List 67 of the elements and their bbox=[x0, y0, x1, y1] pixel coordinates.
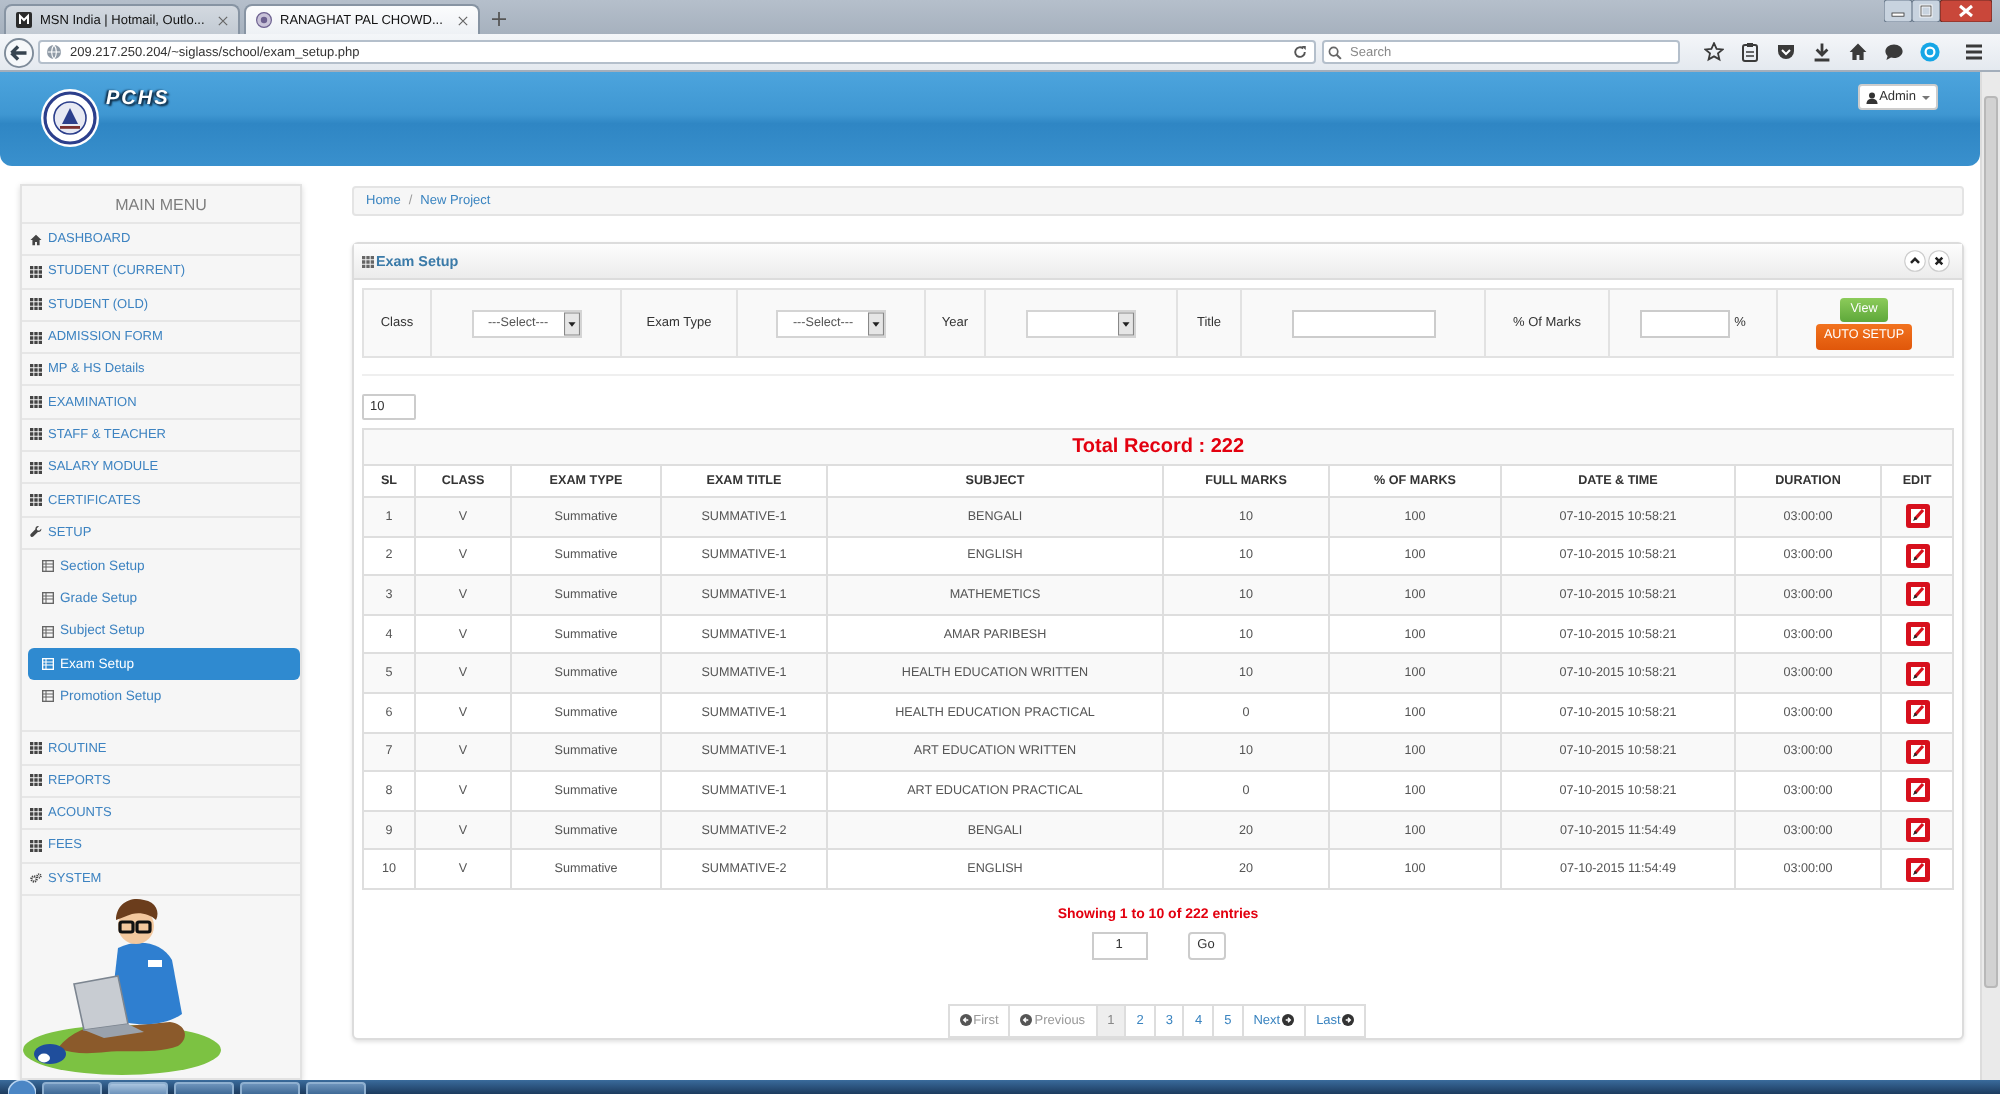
star-icon[interactable] bbox=[1704, 42, 1724, 62]
table-icon bbox=[42, 658, 54, 670]
text-input-field[interactable] bbox=[1291, 309, 1435, 337]
gears-icon bbox=[30, 872, 42, 885]
reload-icon[interactable] bbox=[1292, 44, 1308, 60]
round-badge-icon[interactable] bbox=[1920, 42, 1940, 62]
new-tab-icon[interactable] bbox=[492, 12, 506, 26]
shield-icon[interactable] bbox=[1776, 42, 1796, 62]
user-icon bbox=[1865, 91, 1878, 103]
grid-icon bbox=[30, 428, 42, 441]
clipboard-icon[interactable] bbox=[1740, 42, 1760, 62]
sidebar-title: MAIN MENU bbox=[22, 186, 300, 224]
table-icon bbox=[42, 592, 54, 605]
search-icon bbox=[1328, 45, 1342, 59]
edit-icon[interactable] bbox=[1905, 739, 1930, 764]
close-icon[interactable] bbox=[1940, 0, 1992, 22]
select-field[interactable] bbox=[1026, 309, 1136, 337]
grid-icon bbox=[30, 265, 42, 278]
circle-arrow-icon bbox=[1342, 1014, 1355, 1027]
circle-arrow-icon bbox=[959, 1014, 972, 1027]
edit-icon[interactable] bbox=[1905, 543, 1930, 568]
grid-icon bbox=[30, 807, 42, 820]
edit-icon[interactable] bbox=[1905, 818, 1930, 843]
grid-icon bbox=[30, 839, 42, 852]
maximize-icon[interactable] bbox=[1912, 0, 1940, 22]
table-icon bbox=[42, 690, 54, 703]
home-icon[interactable] bbox=[1848, 42, 1868, 62]
edit-icon[interactable] bbox=[1905, 700, 1930, 725]
table-icon bbox=[42, 625, 54, 638]
circle-arrow-icon bbox=[1282, 1014, 1295, 1027]
back-icon[interactable] bbox=[4, 37, 34, 67]
edit-icon[interactable] bbox=[1905, 622, 1930, 647]
tab-close-icon[interactable] bbox=[218, 15, 228, 25]
scrollbar-thumb[interactable] bbox=[1984, 96, 1998, 988]
start-button-icon[interactable] bbox=[8, 1080, 36, 1094]
globe-icon bbox=[46, 44, 62, 60]
edit-icon[interactable] bbox=[1905, 661, 1930, 686]
brand-name: PCHS bbox=[106, 88, 170, 110]
tab-close-icon[interactable] bbox=[458, 15, 468, 25]
caret-icon bbox=[1922, 95, 1930, 99]
grid-icon bbox=[30, 774, 42, 787]
grid-icon bbox=[30, 363, 42, 376]
grid-icon bbox=[30, 331, 42, 344]
minimize-icon[interactable] bbox=[1884, 0, 1912, 22]
grid-icon bbox=[362, 255, 374, 267]
edit-icon[interactable] bbox=[1905, 857, 1930, 882]
school-emblem-icon bbox=[40, 88, 100, 148]
edit-icon[interactable] bbox=[1905, 582, 1930, 607]
home-icon bbox=[30, 233, 42, 246]
tab-favicon-icon bbox=[256, 12, 272, 28]
wrench-icon bbox=[30, 526, 42, 539]
grid-icon bbox=[30, 396, 42, 409]
circle-arrow-icon bbox=[1020, 1014, 1033, 1027]
chat-bubble-icon[interactable] bbox=[1884, 42, 1904, 62]
table-icon bbox=[42, 560, 54, 573]
grid-icon bbox=[30, 494, 42, 507]
tab-favicon-icon bbox=[16, 12, 32, 28]
grid-icon bbox=[30, 298, 42, 311]
collapse-icon[interactable] bbox=[1904, 250, 1926, 272]
menu-icon[interactable] bbox=[1964, 42, 1984, 62]
total-record-title: Total Record : 222 bbox=[363, 429, 1954, 465]
grid-icon bbox=[30, 461, 42, 474]
edit-icon[interactable] bbox=[1905, 504, 1930, 529]
download-icon[interactable] bbox=[1812, 42, 1832, 62]
edit-icon[interactable] bbox=[1905, 778, 1930, 803]
text-input-field[interactable] bbox=[1640, 309, 1731, 337]
grid-icon bbox=[30, 742, 42, 755]
